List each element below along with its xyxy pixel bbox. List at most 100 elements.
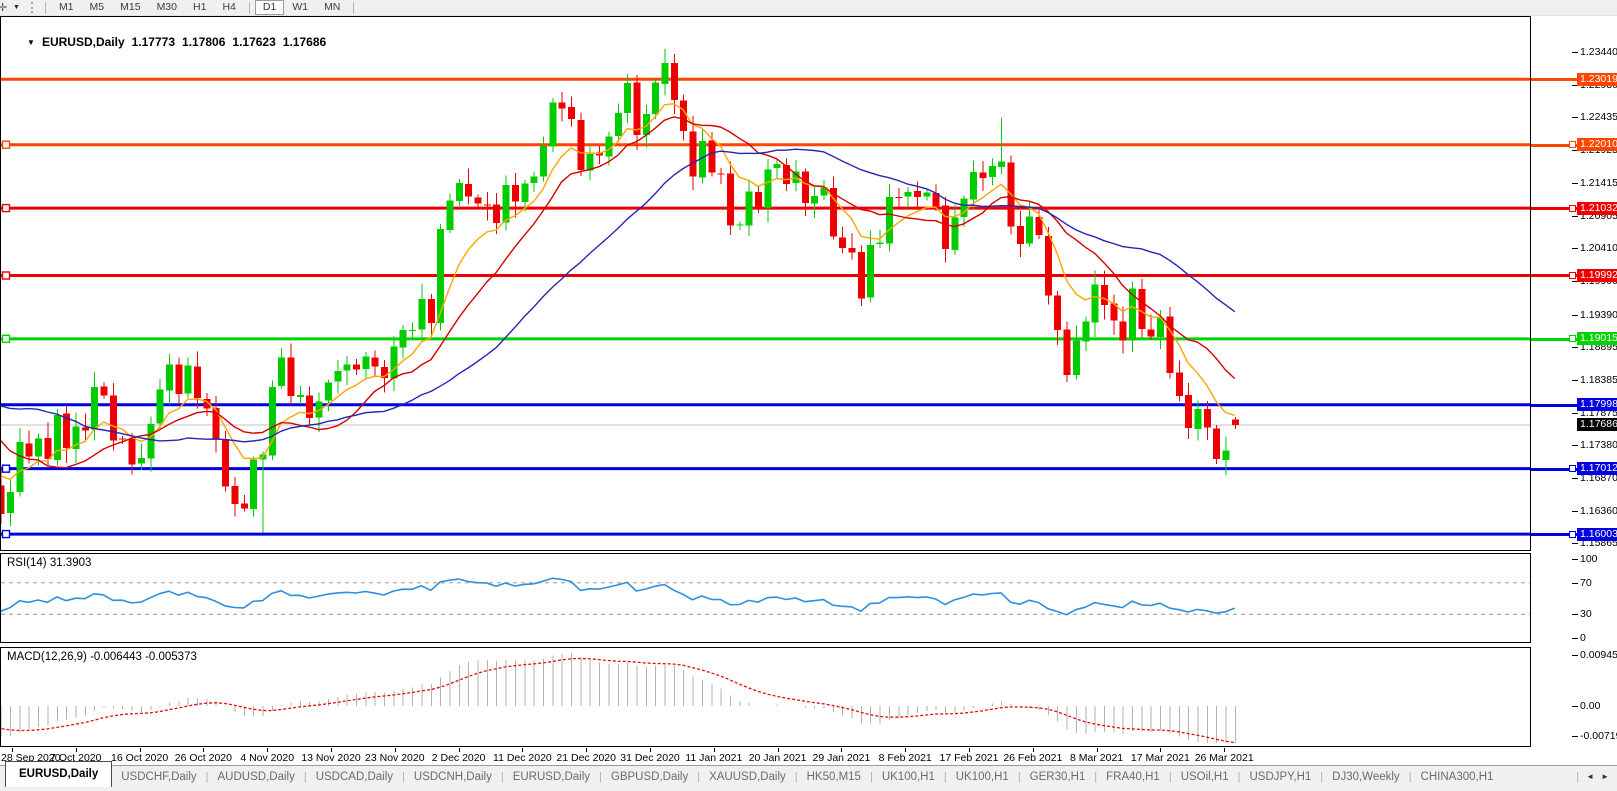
mt4-chart-window: ✛ ▼ M1M5M15M30H1H4 D1W1MN ▼ EURUSD,Daily 1.… (0, 0, 1617, 791)
chart-tab-usdjpy-h1[interactable]: USDJPY,H1 (1240, 766, 1320, 788)
price-tick-label: 1.17380 (1580, 439, 1617, 451)
chart-tab-xauusd-daily[interactable]: XAUUSD,Daily (700, 766, 795, 788)
date-axis[interactable]: 28 Sep 20207 Oct 202016 Oct 202026 Oct 2… (0, 748, 1617, 765)
candle-body (362, 357, 369, 369)
candle-body (475, 197, 482, 203)
candle-body (91, 387, 98, 429)
chart-tab-uk100-h1[interactable]: UK100,H1 (873, 766, 944, 788)
chart-menu-caret-icon[interactable]: ▼ (27, 38, 35, 47)
timeframe-button-w1[interactable]: W1 (284, 0, 316, 15)
rsi-plot[interactable] (1, 554, 1530, 642)
chart-tab-china300-h1[interactable]: CHINA300,H1 (1412, 766, 1503, 788)
hline-right-handle[interactable] (1569, 335, 1576, 342)
candle-body (1138, 289, 1145, 329)
candle-body (390, 346, 397, 378)
current-price-label: 1.17686 (1577, 418, 1617, 431)
chart-tab-fra40-h1[interactable]: FRA40,H1 (1097, 766, 1169, 788)
candle-body (867, 245, 874, 297)
timeframe-button-m1[interactable]: M1 (51, 0, 82, 15)
chart-tab-usdcad-daily[interactable]: USDCAD,Daily (307, 766, 402, 788)
price-tick-label: 1.18385 (1580, 374, 1617, 386)
hline-left-handle[interactable] (3, 141, 10, 148)
date-label: 2 Dec 2020 (432, 752, 486, 764)
chart-tab-audusd-daily[interactable]: AUDUSD,Daily (209, 766, 304, 788)
date-label: 21 Dec 2020 (556, 752, 616, 764)
hline-left-handle[interactable] (3, 272, 10, 279)
tab-scroll-left-icon[interactable]: ◄ (1586, 772, 1594, 781)
hline-right-handle[interactable] (1569, 272, 1576, 279)
hline-right-handle[interactable] (1569, 205, 1576, 212)
candle-body (877, 243, 884, 245)
candle-body (250, 460, 257, 509)
candle-body (1204, 409, 1211, 427)
date-label: 4 Nov 2020 (240, 752, 294, 764)
timeframe-button-mn[interactable]: MN (316, 0, 348, 15)
date-label: 26 Oct 2020 (175, 752, 232, 764)
candle-body (577, 120, 584, 170)
ohlc-low: 1.17623 (232, 35, 275, 49)
hline-left-handle[interactable] (3, 335, 10, 342)
rsi-scale-label: 100 (1580, 553, 1598, 565)
chart-title: ▼EURUSD,Daily1.177731.178061.176231.1768… (7, 21, 326, 63)
candle-body (16, 442, 23, 492)
timeframe-button-m5[interactable]: M5 (82, 0, 113, 15)
candle-body (736, 224, 743, 225)
candle-body (1073, 340, 1080, 374)
candle-body (1213, 428, 1220, 459)
candle-body (231, 486, 238, 504)
timeframe-button-m15[interactable]: M15 (112, 0, 148, 15)
hline-right-handle[interactable] (1569, 141, 1576, 148)
candle-body (662, 63, 669, 84)
hline-price-label: 1.17998 (1577, 398, 1617, 411)
chart-tab-usoil-h1[interactable]: USOil,H1 (1172, 766, 1238, 788)
timeframe-button-d1[interactable]: D1 (255, 0, 284, 15)
timeframes-toolbar: ✛ ▼ M1M5M15M30H1H4 D1W1MN (0, 0, 1617, 16)
chart-tab-uk100-h1[interactable]: UK100,H1 (947, 766, 1018, 788)
tab-scroll-right-icon[interactable]: ► (1601, 772, 1609, 781)
main-chart-panel[interactable]: ▼EURUSD,Daily1.177731.178061.176231.1768… (0, 16, 1531, 551)
date-label: 26 Feb 2021 (1003, 752, 1062, 764)
candle-body (1045, 236, 1052, 296)
candle-body (895, 197, 902, 198)
chart-tab-gbpusd-daily[interactable]: GBPUSD,Daily (602, 766, 697, 788)
macd-label: MACD(12,26,9) -0.006443 -0.005373 (7, 651, 197, 663)
hline-left-handle[interactable] (3, 465, 10, 472)
tab-separator: | (1576, 771, 1579, 783)
price-axis[interactable]: 1.234401.229301.224351.219251.214151.209… (1531, 16, 1617, 749)
candle-body (746, 191, 753, 225)
date-label: 29 Jan 2021 (812, 752, 870, 764)
candle-body (1, 486, 5, 515)
candle-body (989, 166, 996, 177)
hline-axis-extension (1531, 78, 1577, 81)
hline-left-handle[interactable] (3, 205, 10, 212)
timeframe-button-h4[interactable]: H4 (214, 0, 243, 15)
timeframe-button-h1[interactable]: H1 (185, 0, 214, 15)
tab-scroll-controls: | ◄ ► (1576, 771, 1617, 783)
date-label: 20 Jan 2021 (749, 752, 807, 764)
chart-tab-usdchf-daily[interactable]: USDCHF,Daily (112, 766, 205, 788)
timeframe-button-m30[interactable]: M30 (149, 0, 185, 15)
hline-right-handle[interactable] (1569, 531, 1576, 538)
macd-indicator-panel[interactable]: MACD(12,26,9) -0.006443 -0.005373 (0, 647, 1531, 747)
crosshair-cursor-icon[interactable]: ✛ (0, 1, 11, 14)
toolbar-grip-handle[interactable] (31, 2, 36, 13)
chart-tab-usdcnh-daily[interactable]: USDCNH,Daily (405, 766, 501, 788)
price-tick-label: 1.22435 (1580, 111, 1617, 123)
candle-body (905, 192, 912, 197)
chart-tab-eurusd-daily[interactable]: EURUSD,Daily (504, 766, 599, 788)
bottom-strip (0, 787, 1617, 791)
hline-right-handle[interactable] (1569, 465, 1576, 472)
chart-tab-eurusd-daily[interactable]: EURUSD,Daily (5, 761, 112, 787)
dropdown-caret-icon[interactable]: ▼ (13, 4, 20, 11)
chart-tab-hk50-m15[interactable]: HK50,M15 (798, 766, 870, 788)
price-plot[interactable] (1, 17, 1530, 550)
chart-tab-ger30-h1[interactable]: GER30,H1 (1021, 766, 1095, 788)
ohlc-high: 1.17806 (182, 35, 225, 49)
macd-plot[interactable] (1, 648, 1530, 746)
rsi-label: RSI(14) 31.3903 (7, 557, 91, 569)
hline-left-handle[interactable] (3, 531, 10, 538)
rsi-indicator-panel[interactable]: RSI(14) 31.3903 (0, 553, 1531, 643)
candle-body (101, 387, 108, 396)
candle-body (521, 184, 528, 203)
chart-tab-dj30-weekly[interactable]: DJ30,Weekly (1323, 766, 1409, 788)
